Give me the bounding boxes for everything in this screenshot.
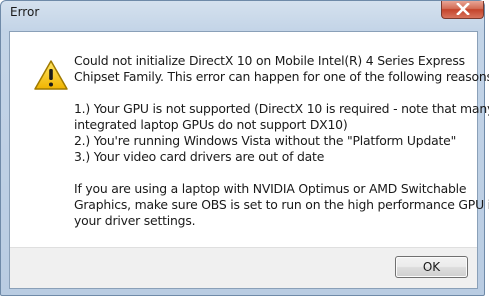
message-line: If you are using a laptop with NVIDIA Op… — [74, 181, 467, 196]
message-line: Could not initialize DirectX 10 on Mobil… — [74, 53, 465, 68]
window-title: Error — [10, 5, 40, 19]
dialog-content: Could not initialize DirectX 10 on Mobil… — [9, 31, 489, 289]
message-line: 2.) You're running Windows Vista without… — [74, 133, 457, 148]
close-button[interactable] — [441, 1, 484, 19]
message-line: integrated laptop GPUs do not support DX… — [74, 117, 348, 132]
message-line: 3.) Your video card drivers are out of d… — [74, 149, 325, 164]
message-gap — [74, 165, 472, 181]
ok-button[interactable]: OK — [395, 256, 468, 278]
message-line: Graphics, make sure OBS is set to run on… — [74, 197, 489, 212]
error-message: Could not initialize DirectX 10 on Mobil… — [74, 53, 489, 229]
warning-icon — [33, 59, 69, 91]
error-dialog-window: Error Could not initialize DirectX 10 on… — [0, 0, 489, 296]
message-gap — [74, 85, 472, 101]
close-icon — [455, 0, 470, 19]
message-line: 1.) Your GPU is not supported (DirectX 1… — [74, 101, 489, 116]
message-line: your driver settings. — [74, 213, 196, 228]
button-bar: OK — [10, 247, 477, 288]
message-line: Chipset Family. This error can happen fo… — [74, 69, 489, 84]
